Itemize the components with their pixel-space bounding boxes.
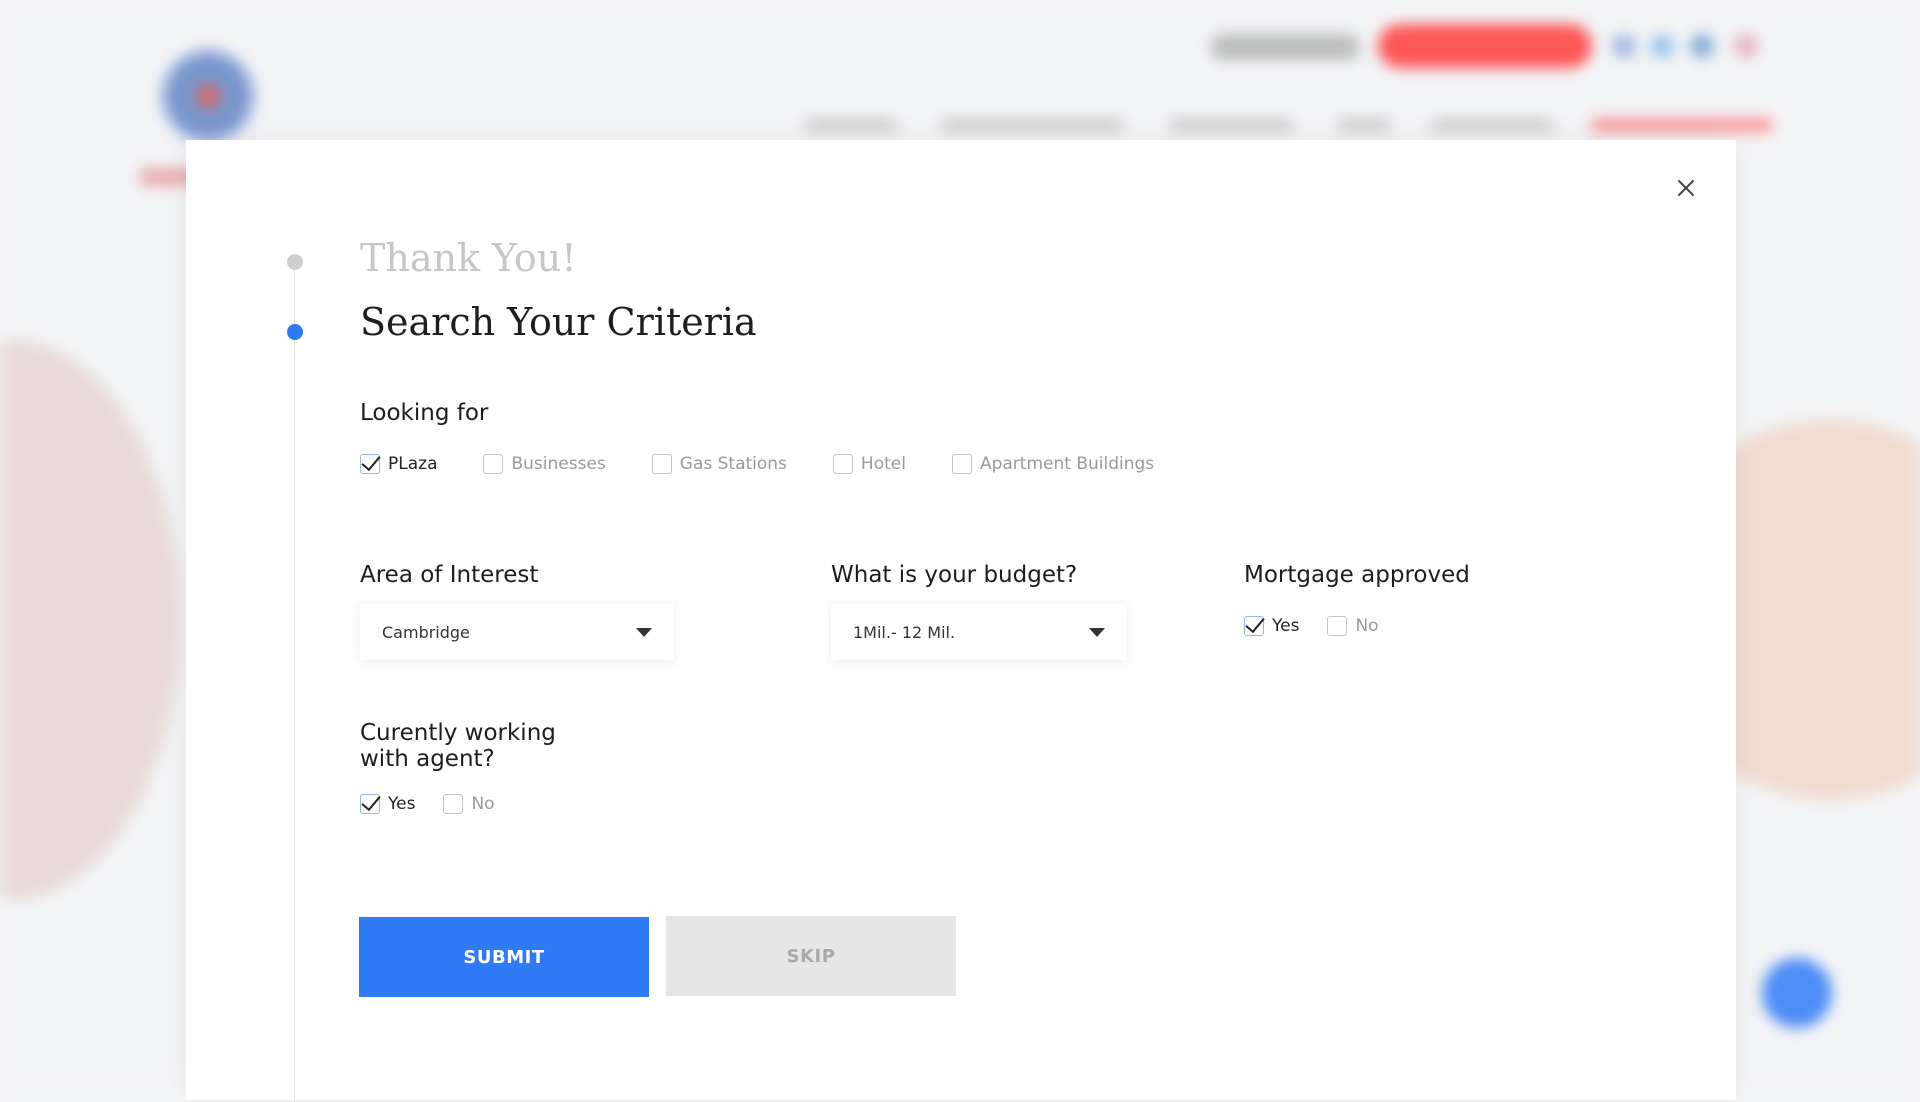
- linkedin-icon: [1690, 34, 1714, 58]
- mortgage-options: Yes No: [1244, 616, 1425, 636]
- search-criteria-modal: Thank You! Search Your Criteria Looking …: [186, 140, 1736, 1102]
- area-of-interest-select[interactable]: Cambridge: [360, 604, 674, 660]
- budget-label: What is your budget?: [831, 562, 1078, 588]
- checkbox-label: Businesses: [511, 454, 606, 474]
- background-chat-button: [1762, 958, 1832, 1028]
- agent-label-line2: with agent?: [360, 746, 495, 772]
- checkbox-label: No: [1355, 616, 1379, 636]
- background-nav-item: [806, 118, 896, 132]
- checkbox-label: Hotel: [860, 454, 906, 474]
- caret-down-icon: [1089, 627, 1105, 637]
- checkbox-label: Yes: [1272, 616, 1300, 636]
- background-nav-item: [1592, 118, 1772, 132]
- checkbox-label: PLaza: [388, 454, 438, 474]
- background-logo: [160, 48, 256, 144]
- checkbox-box[interactable]: [1244, 616, 1264, 636]
- mortgage-no-checkbox[interactable]: No: [1327, 616, 1379, 636]
- agent-no-checkbox[interactable]: No: [443, 794, 495, 814]
- checkbox-plaza[interactable]: PLaza: [360, 454, 437, 474]
- looking-for-label: Looking for: [360, 400, 489, 426]
- checkbox-label: Apartment Buildings: [979, 454, 1155, 474]
- checkbox-label: No: [471, 794, 495, 814]
- background-phone: [1210, 34, 1360, 60]
- budget-select-value: 1Mil.- 12 Mil.: [853, 622, 956, 642]
- close-icon: [1678, 180, 1694, 196]
- checkbox-label: Yes: [388, 794, 416, 814]
- checkbox-box[interactable]: [1327, 616, 1348, 636]
- submit-button[interactable]: SUBMIT: [359, 917, 649, 997]
- checkbox-box[interactable]: [360, 454, 380, 474]
- background-nav-item: [1338, 118, 1390, 132]
- instagram-icon: [1734, 34, 1758, 58]
- caret-down-icon: [636, 627, 652, 637]
- step-dot-completed: [287, 254, 303, 270]
- mortgage-approved-label: Mortgage approved: [1244, 562, 1470, 588]
- skip-button[interactable]: SKIP: [666, 916, 956, 996]
- area-of-interest-label: Area of Interest: [360, 562, 539, 588]
- background-cta-button: [1378, 24, 1592, 68]
- agent-options: Yes No: [360, 794, 541, 814]
- checkbox-gas-stations[interactable]: Gas Stations: [651, 454, 787, 474]
- area-select-value: Cambridge: [382, 622, 470, 642]
- background-nav-item: [942, 118, 1122, 132]
- close-button[interactable]: [1672, 174, 1700, 202]
- checkbox-box[interactable]: [951, 454, 972, 474]
- checkbox-box[interactable]: [483, 454, 504, 474]
- twitter-icon: [1650, 34, 1674, 58]
- checkbox-hotel[interactable]: Hotel: [832, 454, 906, 474]
- checkbox-box[interactable]: [360, 794, 380, 814]
- budget-select[interactable]: 1Mil.- 12 Mil.: [831, 604, 1127, 660]
- background-shape: [0, 340, 180, 900]
- checkbox-box[interactable]: [832, 454, 853, 474]
- checkbox-box[interactable]: [443, 794, 464, 814]
- checkbox-box[interactable]: [651, 454, 672, 474]
- agent-yes-checkbox[interactable]: Yes: [360, 794, 415, 814]
- step-thank-you: Thank You!: [360, 236, 577, 280]
- step-search-criteria: Search Your Criteria: [360, 300, 757, 344]
- background-nav-item: [1432, 118, 1552, 132]
- step-timeline: [294, 262, 295, 1102]
- working-with-agent-label: Curently working with agent?: [360, 720, 556, 772]
- agent-label-line1: Curently working: [360, 720, 556, 746]
- checkbox-businesses[interactable]: Businesses: [483, 454, 606, 474]
- checkbox-apartment-buildings[interactable]: Apartment Buildings: [951, 454, 1155, 474]
- step-dot-current: [287, 324, 303, 340]
- looking-for-options: PLaza Businesses Gas Stations Hotel Apar…: [360, 454, 1200, 474]
- checkbox-label: Gas Stations: [679, 454, 787, 474]
- mortgage-yes-checkbox[interactable]: Yes: [1244, 616, 1299, 636]
- background-nav-item: [1170, 118, 1292, 132]
- facebook-icon: [1612, 34, 1636, 58]
